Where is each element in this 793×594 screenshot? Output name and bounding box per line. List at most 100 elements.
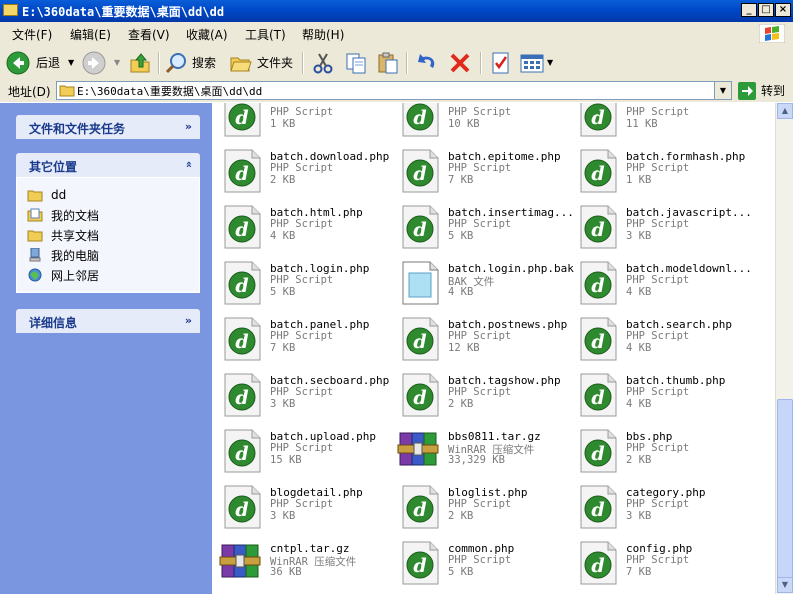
file-item[interactable]: d batch.formhash.php PHP Script 1 KB [568, 147, 746, 197]
file-item[interactable]: d batch.download.php PHP Script 2 KB [212, 147, 390, 197]
details-header[interactable]: 详细信息 » [16, 309, 200, 333]
file-item[interactable]: d batch.modeldownl... PHP Script 4 KB [568, 259, 752, 309]
menu-tools[interactable]: 工具(T) [245, 26, 286, 43]
expand-chevron-icon[interactable]: » [185, 314, 192, 327]
scroll-up-button[interactable]: ▲ [777, 103, 793, 119]
file-item[interactable]: d PHP Script 11 KB [568, 103, 746, 141]
file-size: 1 KB [270, 118, 296, 130]
file-folder-tasks-header[interactable]: 文件和文件夹任务 » [16, 115, 200, 139]
file-size: 10 KB [448, 118, 480, 130]
menu-edit[interactable]: 编辑(E) [70, 26, 111, 43]
place-network[interactable]: 网上邻居 [27, 266, 99, 284]
svg-text:d: d [591, 499, 604, 521]
file-item[interactable]: d batch.login.php PHP Script 5 KB [212, 259, 390, 309]
windows-logo-icon [759, 24, 785, 43]
file-item[interactable]: d batch.tagshow.php PHP Script 2 KB [390, 371, 568, 421]
file-type: PHP Script [448, 386, 512, 398]
menu-view[interactable]: 查看(V) [128, 26, 170, 43]
address-dropdown-button[interactable]: ▼ [714, 82, 731, 99]
place-my-computer[interactable]: 我的电脑 [27, 246, 99, 264]
dreamweaver-php-icon: d [578, 317, 618, 361]
maximize-button[interactable]: □ [758, 3, 774, 17]
vertical-scrollbar[interactable]: ▲ ▼ [775, 103, 793, 594]
file-item[interactable]: cntpl.tar.gz WinRAR 压缩文件 36 KB [212, 539, 390, 589]
file-item[interactable]: d batch.thumb.php PHP Script 4 KB [568, 371, 746, 421]
file-item[interactable]: d PHP Script 1 KB [212, 103, 390, 141]
file-item[interactable]: d batch.javascript... PHP Script 3 KB [568, 203, 752, 253]
place-dd[interactable]: dd [27, 186, 66, 204]
undo-icon [418, 53, 435, 68]
delete-button[interactable] [448, 50, 472, 75]
svg-text:d: d [235, 443, 248, 465]
file-item[interactable]: d batch.secboard.php PHP Script 3 KB [212, 371, 390, 421]
file-item[interactable]: d PHP Script 10 KB [390, 103, 568, 141]
go-button[interactable]: 转到 [738, 81, 785, 100]
folders-button[interactable]: 文件夹 [229, 50, 293, 75]
file-type: PHP Script [448, 498, 512, 510]
file-item[interactable]: d batch.panel.php PHP Script 7 KB [212, 315, 390, 365]
search-button[interactable]: 搜索 [164, 50, 216, 75]
file-item[interactable]: d batch.upload.php PHP Script 15 KB [212, 427, 390, 477]
address-input[interactable]: E:\360data\重要数据\桌面\dd\dd ▼ [56, 81, 732, 100]
file-type: PHP Script [448, 162, 512, 174]
file-item[interactable]: bbs0811.tar.gz WinRAR 压缩文件 33,329 KB [390, 427, 568, 477]
svg-text:d: d [413, 107, 426, 129]
file-item[interactable]: d common.php PHP Script 5 KB [390, 539, 568, 589]
dropdown-arrow-icon[interactable]: ▼ [114, 58, 120, 67]
place-shared-documents[interactable]: 共享文档 [27, 226, 99, 244]
svg-text:d: d [235, 387, 248, 409]
file-type: PHP Script [270, 218, 334, 230]
place-my-documents[interactable]: 我的文档 [27, 206, 99, 224]
file-item[interactable]: batch.login.php.bak BAK 文件 4 KB [390, 259, 574, 309]
file-item[interactable]: d batch.epitome.php PHP Script 7 KB [390, 147, 568, 197]
file-item[interactable]: d bloglist.php PHP Script 2 KB [390, 483, 568, 533]
address-path: E:\360data\重要数据\桌面\dd\dd [77, 85, 263, 98]
svg-text:d: d [591, 387, 604, 409]
file-item[interactable]: d batch.insertimag... PHP Script 5 KB [390, 203, 574, 253]
cut-button[interactable] [311, 50, 335, 75]
scissors-icon [313, 52, 333, 73]
dropdown-arrow-icon[interactable]: ▼ [68, 58, 74, 67]
back-arrow-icon [6, 51, 30, 74]
file-type: PHP Script [270, 386, 334, 398]
file-item[interactable]: d config.php PHP Script 7 KB [568, 539, 746, 589]
dreamweaver-php-icon: d [222, 103, 262, 137]
other-places-header[interactable]: 其它位置 » [16, 153, 200, 177]
file-size: 4 KB [270, 230, 296, 242]
undo-button[interactable] [415, 50, 439, 75]
svg-text:d: d [235, 163, 248, 185]
file-type: PHP Script [270, 162, 334, 174]
menu-help[interactable]: 帮助(H) [302, 26, 344, 43]
up-folder-button[interactable] [128, 50, 152, 75]
address-bar: 地址(D) E:\360data\重要数据\桌面\dd\dd ▼ 转到 [0, 80, 793, 102]
views-button[interactable]: ▼ [520, 50, 553, 75]
svg-text:d: d [591, 219, 604, 241]
dreamweaver-php-icon: d [222, 149, 262, 193]
svg-text:d: d [591, 443, 604, 465]
file-item[interactable]: d batch.postnews.php PHP Script 12 KB [390, 315, 568, 365]
file-type: PHP Script [626, 498, 690, 510]
title-bar[interactable]: E:\360data\重要数据\桌面\dd\dd _ □ × [0, 0, 793, 22]
svg-text:d: d [591, 275, 604, 297]
scroll-down-button[interactable]: ▼ [777, 577, 793, 593]
scrollbar-thumb[interactable] [777, 399, 793, 579]
menu-file[interactable]: 文件(F) [12, 26, 52, 43]
file-item[interactable]: d bbs.php PHP Script 2 KB [568, 427, 746, 477]
file-item[interactable]: d blogdetail.php PHP Script 3 KB [212, 483, 390, 533]
file-item[interactable]: d batch.html.php PHP Script 4 KB [212, 203, 390, 253]
menu-bar: 文件(F) 编辑(E) 查看(V) 收藏(A) 工具(T) 帮助(H) [0, 22, 793, 46]
file-item[interactable]: d category.php PHP Script 3 KB [568, 483, 746, 533]
back-button[interactable]: 后退 ▼ [6, 50, 74, 75]
file-item[interactable]: d batch.search.php PHP Script 4 KB [568, 315, 746, 365]
forward-button[interactable]: ▼ [82, 50, 120, 75]
properties-button[interactable] [489, 50, 513, 75]
expand-chevron-icon[interactable]: » [185, 120, 192, 133]
menu-favorites[interactable]: 收藏(A) [186, 26, 228, 43]
copy-button[interactable] [344, 50, 368, 75]
close-button[interactable]: × [775, 3, 791, 17]
collapse-chevron-icon[interactable]: » [182, 161, 195, 168]
paste-button[interactable] [376, 50, 400, 75]
file-size: 4 KB [626, 286, 652, 298]
minimize-button[interactable]: _ [741, 3, 757, 17]
dropdown-arrow-icon[interactable]: ▼ [547, 58, 553, 67]
